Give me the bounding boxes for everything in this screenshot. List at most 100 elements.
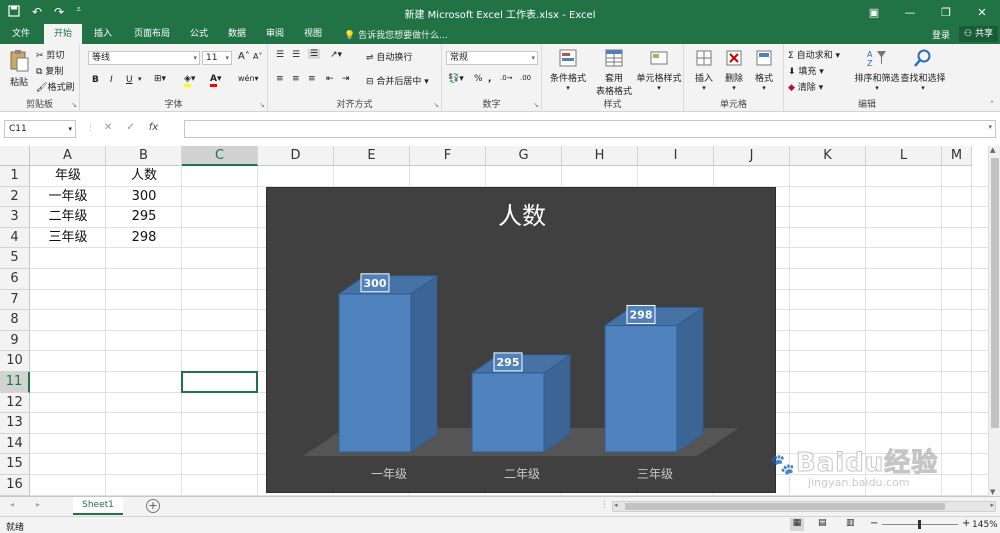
row-header-15[interactable]: 15 (0, 454, 30, 475)
paste-button[interactable]: 粘贴 (6, 48, 32, 88)
scroll-left-icon[interactable]: ◂ (614, 501, 618, 509)
comma-button[interactable]: , (488, 74, 491, 84)
column-header-d[interactable]: D (258, 146, 334, 166)
restore-icon[interactable]: ❐ (928, 0, 964, 24)
currency-icon[interactable]: 💱▾ (448, 74, 464, 84)
vertical-scrollbar[interactable]: ▲ ▼ (988, 146, 1000, 496)
horizontal-scrollbar[interactable]: ◂ ▸ (612, 501, 996, 512)
align-top-icon[interactable]: ☰ (276, 50, 284, 60)
column-header-m[interactable]: M (942, 146, 972, 166)
minimize-icon[interactable]: — (892, 0, 928, 24)
column-header-g[interactable]: G (486, 146, 562, 166)
row-header-7[interactable]: 7 (0, 289, 30, 311)
border-button[interactable]: ⊞▾ (154, 74, 166, 84)
cell-b1[interactable]: 人数 (106, 166, 182, 187)
row-header-6[interactable]: 6 (0, 269, 30, 290)
row-header-2[interactable]: 2 (0, 186, 30, 208)
column-header-a[interactable]: A (30, 146, 106, 166)
format-as-table-button[interactable]: 套用 表格格式 (592, 48, 636, 97)
column-header-b[interactable]: B (106, 146, 182, 166)
merge-center-button[interactable]: ⊟ 合并后居中 ▾ (366, 74, 429, 87)
align-bottom-icon[interactable]: ☰ (308, 49, 321, 59)
tab-data[interactable]: 数据 (222, 24, 252, 44)
number-format-select[interactable]: 常规 ▾ (446, 51, 538, 65)
orientation-icon[interactable]: ↗▾ (330, 50, 342, 60)
tab-formulas[interactable]: 公式 (184, 24, 214, 44)
percent-button[interactable]: % (474, 74, 483, 84)
increase-indent-icon[interactable]: ⇥ (342, 74, 350, 84)
underline-button[interactable]: U (126, 75, 133, 85)
horizontal-scroll-thumb[interactable] (625, 503, 945, 510)
alignment-launcher-icon[interactable]: ↘ (433, 101, 439, 109)
row-header-14[interactable]: 14 (0, 433, 30, 455)
column-header-f[interactable]: F (410, 146, 486, 166)
tab-file[interactable]: 文件 (6, 24, 36, 44)
share-button[interactable]: ⚇ 共享 (959, 26, 998, 42)
cell-a2[interactable]: 一年级 (30, 187, 106, 208)
row-header-9[interactable]: 9 (0, 330, 30, 352)
insert-function-button[interactable]: fx (149, 122, 158, 133)
decrease-indent-icon[interactable]: ⇤ (326, 74, 334, 84)
scroll-up-icon[interactable]: ▲ (990, 146, 995, 154)
tab-home[interactable]: 开始 (44, 24, 82, 44)
align-left-icon[interactable]: ≡ (276, 74, 284, 84)
insert-cells-button[interactable]: 插入 ▾ (690, 48, 718, 92)
align-center-icon[interactable]: ≡ (292, 74, 300, 84)
find-select-button[interactable]: 查找和选择 ▾ (900, 48, 946, 92)
scroll-down-icon[interactable]: ▼ (990, 488, 995, 496)
delete-cells-button[interactable]: 删除 ▾ (720, 48, 748, 92)
tab-split-handle[interactable]: ⋮ (600, 500, 609, 510)
align-middle-icon[interactable]: ☰ (292, 50, 300, 60)
clear-button[interactable]: ◆ 清除 ▾ (788, 80, 823, 93)
cell-styles-button[interactable]: 单元格样式 ▾ (636, 48, 682, 92)
expand-formula-icon[interactable]: ▾ (988, 123, 992, 131)
prev-sheet-icon[interactable]: ◂ (10, 500, 14, 509)
sort-filter-button[interactable]: AZ 排序和筛选 ▾ (852, 48, 902, 92)
column-header-c[interactable]: C (182, 146, 258, 166)
wrap-text-button[interactable]: ⇌ 自动换行 (366, 50, 412, 63)
row-header-16[interactable]: 16 (0, 475, 30, 496)
cell-a4[interactable]: 三年级 (30, 228, 106, 249)
fill-button[interactable]: ⬇ 填充 ▾ (788, 64, 824, 77)
close-icon[interactable]: ✕ (964, 0, 1000, 24)
italic-button[interactable]: I (110, 75, 113, 85)
increase-decimal-icon[interactable]: .0→ (500, 74, 513, 82)
column-header-k[interactable]: K (790, 146, 866, 166)
cell-a3[interactable]: 二年级 (30, 207, 106, 228)
cell-b4[interactable]: 298 (106, 228, 182, 249)
underline-dropdown-icon[interactable]: ▾ (138, 75, 142, 83)
add-sheet-icon[interactable]: + (146, 499, 160, 513)
tab-insert[interactable]: 插入 (88, 24, 118, 44)
enter-icon[interactable]: ✓ (126, 122, 134, 133)
page-layout-view-icon[interactable]: ▤ (818, 518, 827, 528)
row-header-13[interactable]: 13 (0, 413, 30, 434)
cell-b3[interactable]: 295 (106, 207, 182, 228)
row-header-1[interactable]: 1 (0, 166, 30, 187)
cell-b2[interactable]: 300 (106, 187, 182, 208)
formula-input[interactable]: ▾ (184, 120, 996, 138)
copy-button[interactable]: ⧉ 复制 (36, 64, 63, 77)
cut-button[interactable]: ✂ 剪切 (36, 48, 64, 61)
format-cells-button[interactable]: 格式 ▾ (750, 48, 778, 92)
column-header-l[interactable]: L (866, 146, 942, 166)
tab-review[interactable]: 审阅 (260, 24, 290, 44)
column-header-h[interactable]: H (562, 146, 638, 166)
worksheet-grid[interactable]: ABCDEFGHIJKLM 1 2 3 4 5 6 7 8 9 10 11 12 13 14 15 16 年级… (0, 146, 1000, 496)
bold-button[interactable]: B (92, 75, 99, 85)
column-header-j[interactable]: J (714, 146, 790, 166)
font-launcher-icon[interactable]: ↘ (259, 101, 265, 109)
scroll-right-icon[interactable]: ▸ (990, 501, 994, 509)
row-header-5[interactable]: 5 (0, 248, 30, 269)
number-launcher-icon[interactable]: ↘ (533, 101, 539, 109)
format-painter-button[interactable]: 🖌格式刷 (36, 80, 74, 93)
increase-font-button[interactable]: A˄ (238, 51, 250, 62)
cancel-icon[interactable]: ✕ (104, 122, 112, 133)
sheet-tab-sheet1[interactable]: Sheet1 (73, 497, 123, 515)
column-header-e[interactable]: E (334, 146, 410, 166)
decrease-font-button[interactable]: A˅ (253, 52, 262, 61)
zoom-level[interactable]: 145% (972, 520, 998, 530)
cell-a1[interactable]: 年级 (30, 166, 106, 187)
tab-view[interactable]: 视图 (298, 24, 328, 44)
phonetic-button[interactable]: wén▾ (238, 74, 259, 83)
conditional-format-button[interactable]: 条件格式 ▾ (548, 48, 588, 92)
